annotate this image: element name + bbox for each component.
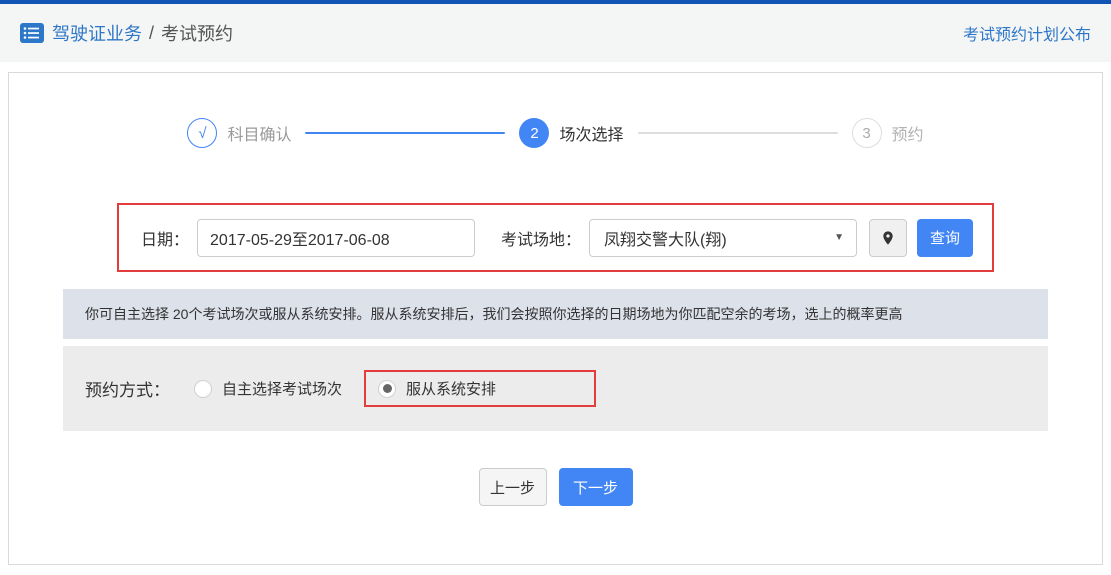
venue-label: 考试场地： [501, 231, 582, 249]
step-connector-done [305, 132, 506, 134]
breadcrumb-current: 考试预约 [161, 24, 234, 44]
breadcrumb: 驾驶证业务 / 考试预约 [20, 20, 233, 46]
step2-label: 场次选择 [559, 127, 624, 144]
breadcrumb-separator: / [149, 22, 155, 43]
location-pin-icon [883, 230, 893, 245]
radio-dot [382, 384, 392, 393]
booking-method-section: 预约方式： 自主选择考试场次 服从系统安排 [63, 346, 1048, 431]
stepper: √ 科目确认 2 场次选择 3 预约 [9, 118, 1102, 148]
radio-unchecked-icon[interactable] [194, 379, 212, 398]
radio-option-self-select-label: 自主选择考试场次 [222, 381, 343, 398]
radio-checked-icon[interactable] [378, 379, 397, 398]
chevron-down-icon: ▼ [834, 232, 845, 243]
step-booking: 3 预约 [851, 118, 924, 148]
step1-label: 科目确认 [227, 127, 292, 144]
main-panel: √ 科目确认 2 场次选择 3 预约 日期： 考试场地： 凤翔交警大队(翔) ▼… [8, 72, 1103, 565]
radio-option-system-arrange-label: 服从系统安排 [406, 381, 497, 398]
list-icon [20, 23, 44, 43]
map-location-button[interactable] [869, 218, 908, 257]
actions-row: 上一步 下一步 [9, 468, 1102, 506]
next-step-button[interactable]: 下一步 [558, 468, 633, 506]
date-label: 日期： [141, 231, 190, 249]
step3-number: 3 [851, 118, 882, 148]
step-subject-confirm: √ 科目确认 [187, 118, 291, 148]
venue-select[interactable]: 凤翔交警大队(翔) ▼ [589, 218, 858, 257]
radio-option-system-arrange[interactable]: 服从系统安排 [364, 370, 597, 407]
booking-method-label: 预约方式： [85, 381, 170, 400]
step-session-select: 2 场次选择 [519, 118, 624, 148]
radio-option-self-select[interactable]: 自主选择考试场次 [194, 378, 342, 399]
step2-number: 2 [519, 118, 550, 148]
date-range-input[interactable] [197, 218, 476, 257]
filter-row-highlighted: 日期： 考试场地： 凤翔交警大队(翔) ▼ 查询 [117, 203, 994, 272]
step3-label: 预约 [891, 127, 924, 144]
venue-selected-value: 凤翔交警大队(翔) [604, 231, 727, 249]
previous-step-button[interactable]: 上一步 [478, 468, 547, 506]
notice-bar: 你可自主选择 20个考试场次或服从系统安排。服从系统安排后，我们会按照你选择的日… [63, 289, 1048, 339]
header: 驾驶证业务 / 考试预约 考试预约计划公布 [0, 4, 1111, 62]
exam-plan-link[interactable]: 考试预约计划公布 [963, 21, 1091, 45]
notice-text: 你可自主选择 20个考试场次或服从系统安排。服从系统安排后，我们会按照你选择的日… [85, 306, 903, 322]
step1-check-icon: √ [187, 118, 218, 148]
step-connector-pending [637, 132, 838, 134]
breadcrumb-primary[interactable]: 驾驶证业务 [52, 20, 142, 46]
search-button[interactable]: 查询 [917, 218, 974, 257]
